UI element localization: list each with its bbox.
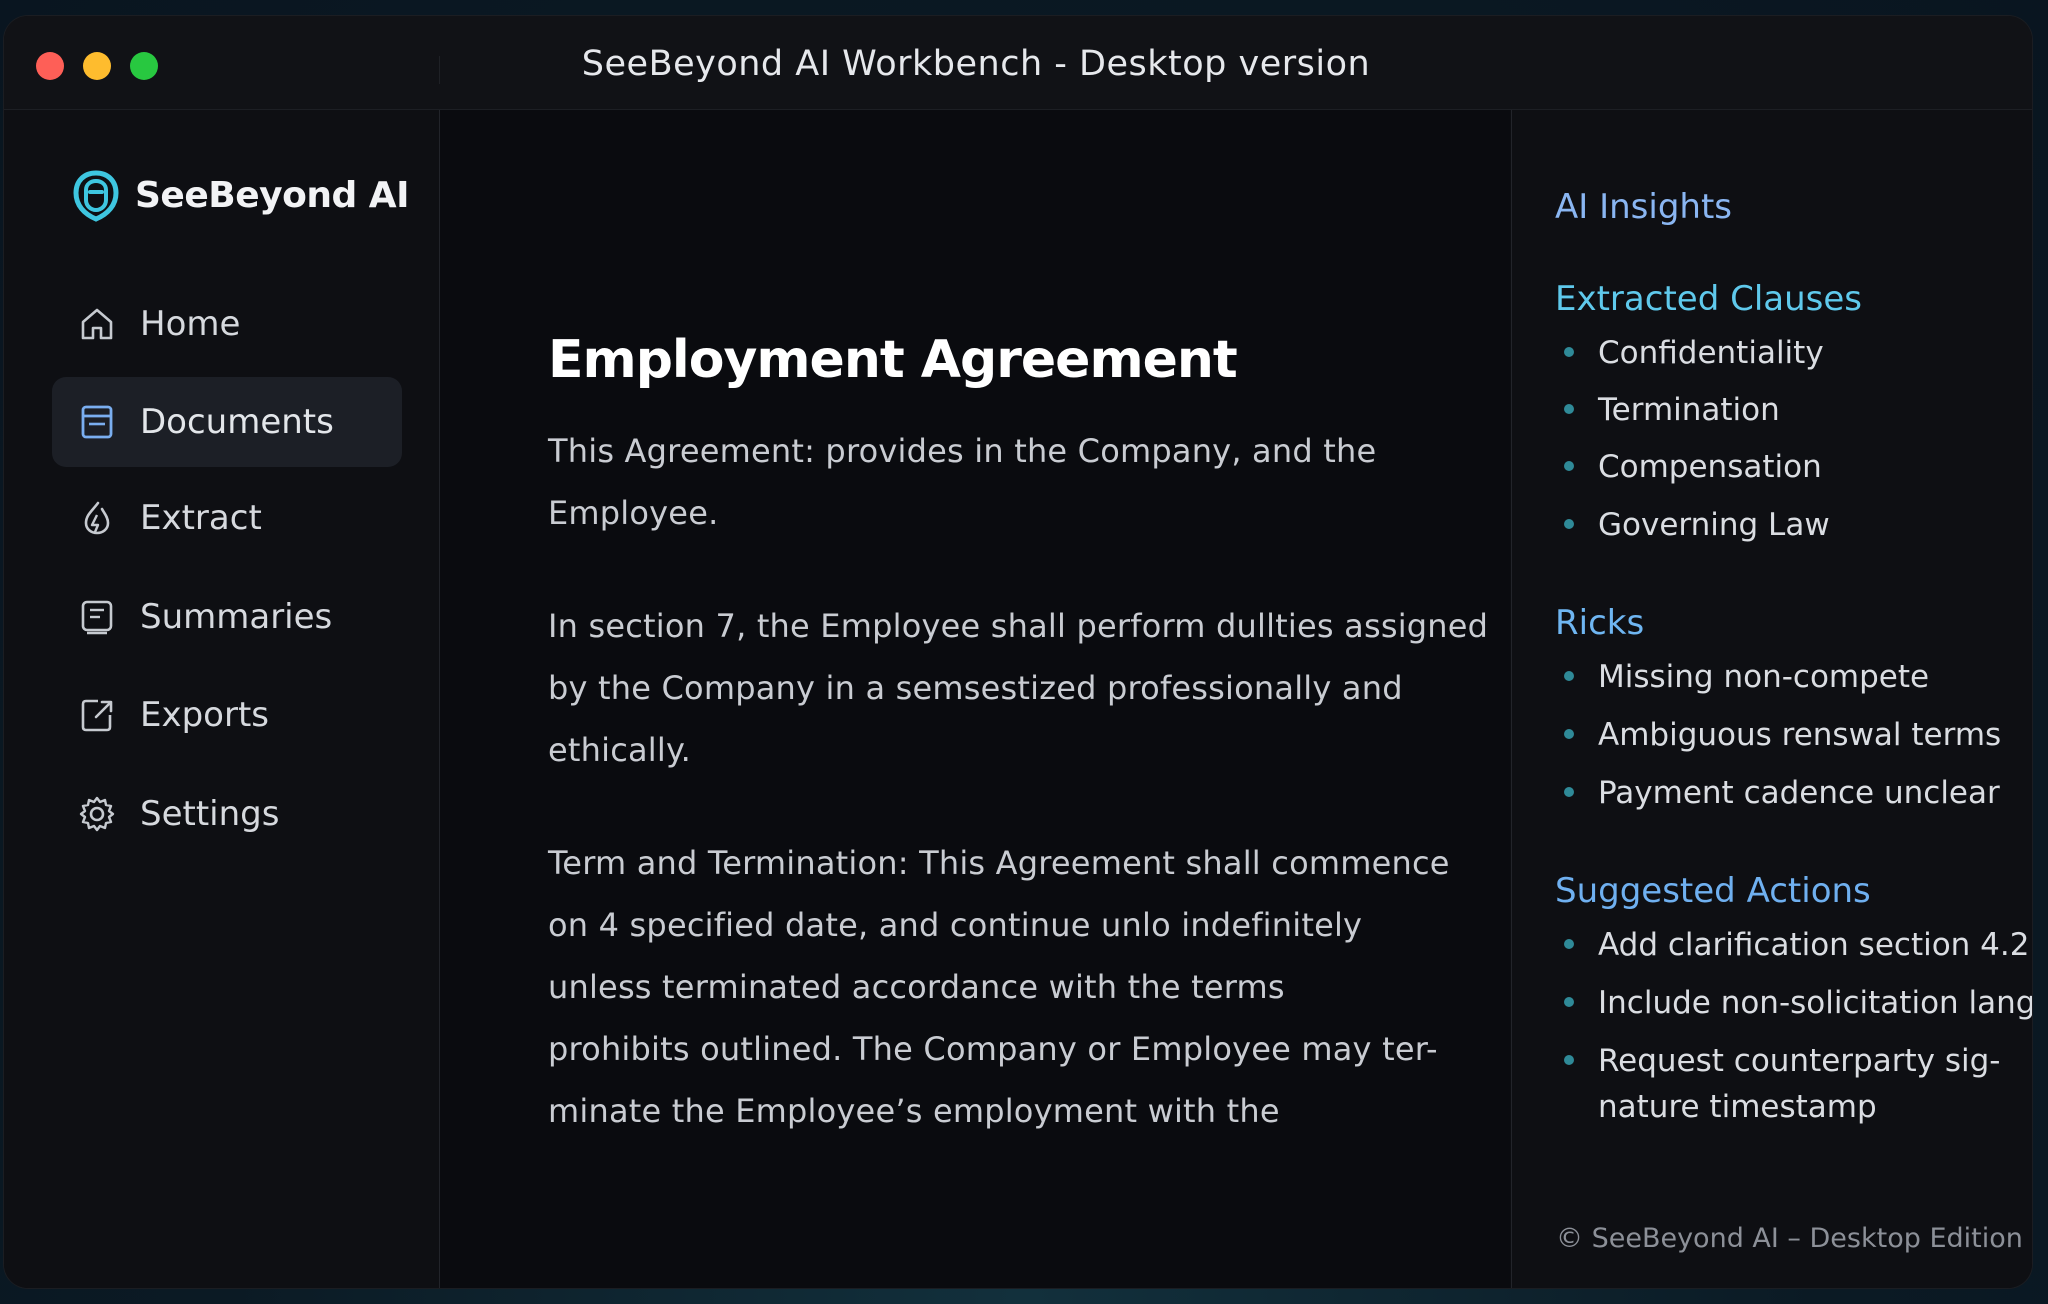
document-line: This Agreement: provides in the Company,… [548, 432, 1377, 470]
sidebar: SeeBeyond AI Home Documents Extract Summ… [4, 110, 440, 1288]
risk-item[interactable]: Ambiguous renswal terms [1598, 712, 2028, 758]
document-line: In section 7, the Employee shall perform… [548, 607, 1489, 645]
document-paragraph: This Agreement: provides in the Company,… [548, 420, 1428, 544]
bullet-dot [1564, 404, 1574, 414]
bullet-dot [1564, 461, 1574, 471]
brand-name: SeeBeyond AI [135, 175, 410, 216]
document-line: unless terminated accordance with the te… [548, 968, 1285, 1006]
bullet-dot [1564, 347, 1574, 357]
bullet-dot [1564, 729, 1574, 739]
panel-footer: © SeeBeyond AI – Desktop Edition [1556, 1223, 2023, 1254]
summary-icon [81, 600, 113, 635]
document-line: ethically. [548, 731, 691, 769]
brand-logo-icon [73, 170, 119, 222]
document-paragraph: In section 7, the Employee shall perform… [548, 595, 1489, 781]
document-viewer[interactable]: Employment Agreement This Agreement: pro… [440, 110, 1510, 1288]
document-line: minate the Employee’s employment with th… [548, 1092, 1280, 1130]
app-window: SeeBeyond AI Workbench - Desktop version… [4, 16, 2032, 1288]
action-item[interactable]: Add clarification section 4.2 [1598, 922, 2030, 968]
title-bar: SeeBeyond AI Workbench - Desktop version [4, 16, 2032, 110]
document-line: Employee. [548, 494, 719, 532]
clause-item[interactable]: Termination [1598, 387, 2028, 433]
bullet-dot [1564, 519, 1574, 529]
extract-icon [84, 501, 110, 535]
sidebar-item-label: Extract [140, 498, 262, 538]
sidebar-item-label: Summaries [140, 597, 333, 637]
sidebar-item-documents[interactable]: Documents [52, 377, 402, 467]
sidebar-item-label: Home [140, 304, 241, 344]
home-icon [81, 308, 113, 340]
action-item[interactable]: Include non-solicitation lang [1598, 980, 2032, 1026]
sidebar-item-exports[interactable]: Exports [52, 670, 402, 760]
sidebar-item-label: Exports [140, 695, 270, 735]
extracted-clauses-heading: Extracted Clauses [1555, 279, 1862, 319]
sidebar-item-extract[interactable]: Extract [52, 473, 402, 563]
suggested-actions-heading: Suggested Actions [1555, 871, 1871, 911]
clause-item[interactable]: Compensation [1598, 444, 2028, 490]
document-line: by the Company in a semsestized professi… [548, 669, 1403, 707]
bullet-dot [1564, 997, 1574, 1007]
risks-heading: Ricks [1555, 603, 1645, 643]
sidebar-item-label: Settings [140, 794, 280, 834]
bullet-dot [1564, 787, 1574, 797]
bullet-dot [1564, 1055, 1574, 1065]
bullet-dot [1564, 939, 1574, 949]
document-icon [81, 405, 113, 439]
sidebar-item-home[interactable]: Home [52, 279, 402, 369]
clause-item[interactable]: Governing Law [1598, 502, 2028, 548]
document-title: Employment Agreement [548, 330, 1238, 390]
desktop-background: SeeBeyond AI Workbench - Desktop version… [0, 0, 2048, 1304]
action-item-line: Add clarification section 4.2 [1598, 927, 2030, 963]
document-line: on 4 specified date, and continue unlo i… [548, 906, 1363, 944]
action-item[interactable]: Request counterparty sig- nature timesta… [1598, 1038, 2028, 1130]
document-line: prohibits outlined. The Company or Emplo… [548, 1030, 1438, 1068]
sidebar-item-settings[interactable]: Settings [52, 769, 402, 859]
window-title: SeeBeyond AI Workbench - Desktop version [581, 44, 1371, 84]
document-paragraph: Term and Termination: This Agreement sha… [548, 832, 1450, 1142]
insights-heading: AI Insights [1555, 187, 1733, 227]
risk-item[interactable]: Missing non-compete [1598, 654, 2028, 700]
document-line: Term and Termination: This Agreement sha… [548, 844, 1450, 882]
sidebar-item-summaries[interactable]: Summaries [52, 572, 402, 662]
sidebar-item-label: Documents [140, 402, 334, 442]
clause-item[interactable]: Confidentiality [1598, 330, 2028, 376]
risk-item[interactable]: Payment cadence unclear [1598, 770, 2028, 816]
bullet-dot [1564, 671, 1574, 681]
gear-icon [79, 796, 115, 832]
action-item-line: nature timestamp [1598, 1089, 1877, 1125]
action-item-line: Include non-solicitation lang [1598, 985, 2032, 1021]
export-icon [81, 699, 113, 732]
insights-panel: AI Insights Extracted Clauses Confidenti… [1511, 110, 2032, 1288]
action-item-line: Request counterparty sig- [1598, 1043, 2001, 1079]
